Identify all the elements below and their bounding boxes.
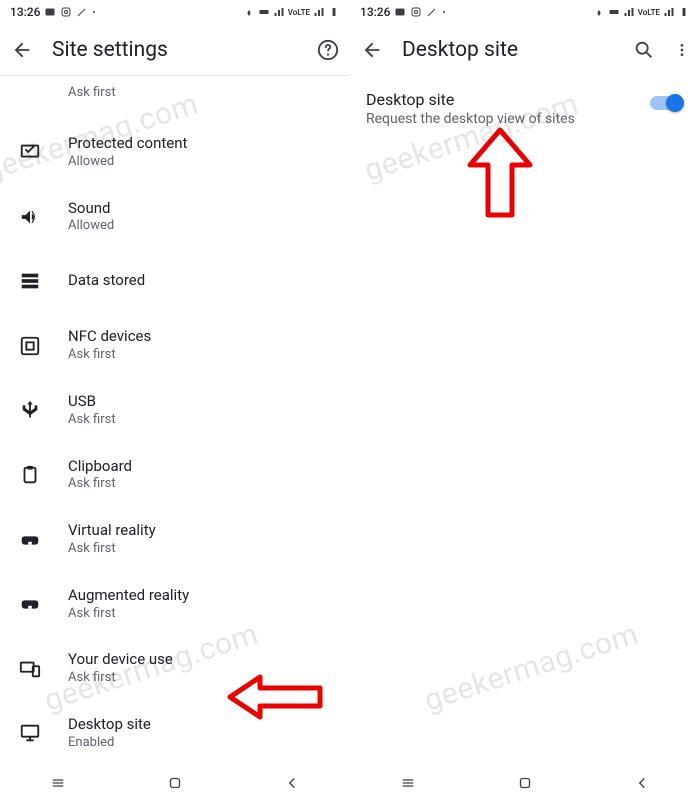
signal-icon <box>273 6 285 18</box>
nav-bar <box>350 768 700 798</box>
page-title: Site settings <box>52 38 298 62</box>
your-device-use-row[interactable]: Your device use Ask first <box>0 636 350 701</box>
row-primary: Protected content <box>68 134 187 153</box>
screen-site-settings: 13:26 • VoLTE Site settings <box>0 0 350 808</box>
usb-icon <box>18 398 42 422</box>
wifi-icon <box>593 6 605 18</box>
back-icon[interactable] <box>10 38 34 62</box>
nfc-icon <box>18 334 42 358</box>
dot-icon: • <box>442 8 445 17</box>
search-icon[interactable] <box>632 38 656 62</box>
blank-icon <box>18 85 42 101</box>
sound-row[interactable]: Sound Allowed <box>0 185 350 250</box>
sound-icon <box>18 205 42 229</box>
row-secondary: Ask first <box>68 541 156 558</box>
row-secondary: Ask first <box>68 606 189 623</box>
screen-desktop-site: 13:26 • VoLTE Desktop site <box>350 0 700 808</box>
row-primary: Your device use <box>68 650 173 669</box>
nav-back-icon[interactable] <box>280 771 304 795</box>
page-title: Desktop site <box>402 38 614 62</box>
nav-home-icon[interactable] <box>513 771 537 795</box>
row-primary: Sound <box>68 199 114 218</box>
status-right: VoLTE <box>593 6 690 18</box>
row-primary: USB <box>68 392 116 411</box>
volte-icon <box>608 6 620 18</box>
lte-label: VoLTE <box>288 8 310 17</box>
row-secondary: Ask first <box>68 476 132 493</box>
nav-bar <box>0 768 350 798</box>
help-icon[interactable] <box>316 38 340 62</box>
battery-icon <box>678 6 690 18</box>
protected-content-row[interactable]: Protected content Allowed <box>0 120 350 185</box>
lte-label: VoLTE <box>638 8 660 17</box>
row-secondary: Ask first <box>68 412 116 429</box>
signal-icon <box>623 6 635 18</box>
row-secondary: Ask first <box>68 347 151 364</box>
instagram-icon <box>410 6 422 18</box>
nav-recents-icon[interactable] <box>396 771 420 795</box>
row-secondary: Enabled <box>68 735 151 752</box>
row-primary: Desktop site <box>68 715 151 734</box>
desktop-site-setting[interactable]: Desktop site Request the desktop view of… <box>350 76 700 141</box>
vr-icon <box>18 528 42 552</box>
signal2-icon <box>663 6 675 18</box>
clipboard-icon <box>18 463 42 487</box>
row-primary: NFC devices <box>68 327 151 346</box>
data-stored-row[interactable]: Data stored <box>0 249 350 313</box>
nav-recents-icon[interactable] <box>46 771 70 795</box>
back-icon[interactable] <box>360 38 384 62</box>
status-time: 13:26 <box>10 5 40 19</box>
more-icon[interactable] <box>674 38 690 62</box>
augmented-reality-row[interactable]: Augmented reality Ask first <box>0 572 350 637</box>
row-secondary: Allowed <box>68 154 187 171</box>
nav-back-icon[interactable] <box>630 771 654 795</box>
clipboard-row[interactable]: Clipboard Ask first <box>0 443 350 508</box>
row-secondary: Allowed <box>68 218 114 235</box>
desktop-site-toggle[interactable] <box>650 94 684 112</box>
virtual-reality-row[interactable]: Virtual reality Ask first <box>0 507 350 572</box>
edit-icon <box>76 6 88 18</box>
row-secondary: Ask first <box>68 85 116 102</box>
status-right: VoLTE <box>243 6 340 18</box>
protected-content-icon <box>18 140 42 164</box>
nfc-devices-row[interactable]: NFC devices Ask first <box>0 313 350 378</box>
status-bar: 13:26 • VoLTE <box>350 0 700 24</box>
dot-icon: • <box>92 8 95 17</box>
row-primary: Virtual reality <box>68 521 156 540</box>
status-bar: 13:26 • VoLTE <box>0 0 350 24</box>
setting-primary: Desktop site <box>366 90 575 109</box>
edit-icon <box>426 6 438 18</box>
instagram-icon <box>60 6 72 18</box>
ar-icon <box>18 592 42 616</box>
row-primary: Clipboard <box>68 457 132 476</box>
row-primary: Augmented reality <box>68 586 189 605</box>
volte-icon <box>258 6 270 18</box>
setting-secondary: Request the desktop view of sites <box>366 111 575 127</box>
image-icon <box>44 6 56 18</box>
device-use-icon <box>18 657 42 681</box>
wifi-icon <box>243 6 255 18</box>
desktop-site-row[interactable]: Desktop site Enabled <box>0 701 350 766</box>
data-stored-icon <box>18 269 42 293</box>
row-primary: Data stored <box>68 271 145 290</box>
appbar-desktop-site: Desktop site <box>350 24 700 76</box>
battery-icon <box>328 6 340 18</box>
image-icon <box>394 6 406 18</box>
appbar-site-settings: Site settings <box>0 24 350 76</box>
usb-row[interactable]: USB Ask first <box>0 378 350 443</box>
status-time: 13:26 <box>360 5 390 19</box>
settings-list: Ask first Protected content Allowed Soun… <box>0 76 350 766</box>
desktop-icon <box>18 721 42 745</box>
nav-home-icon[interactable] <box>163 771 187 795</box>
signal2-icon <box>313 6 325 18</box>
row-secondary: Ask first <box>68 670 173 687</box>
ask-first-row[interactable]: Ask first <box>0 76 350 120</box>
